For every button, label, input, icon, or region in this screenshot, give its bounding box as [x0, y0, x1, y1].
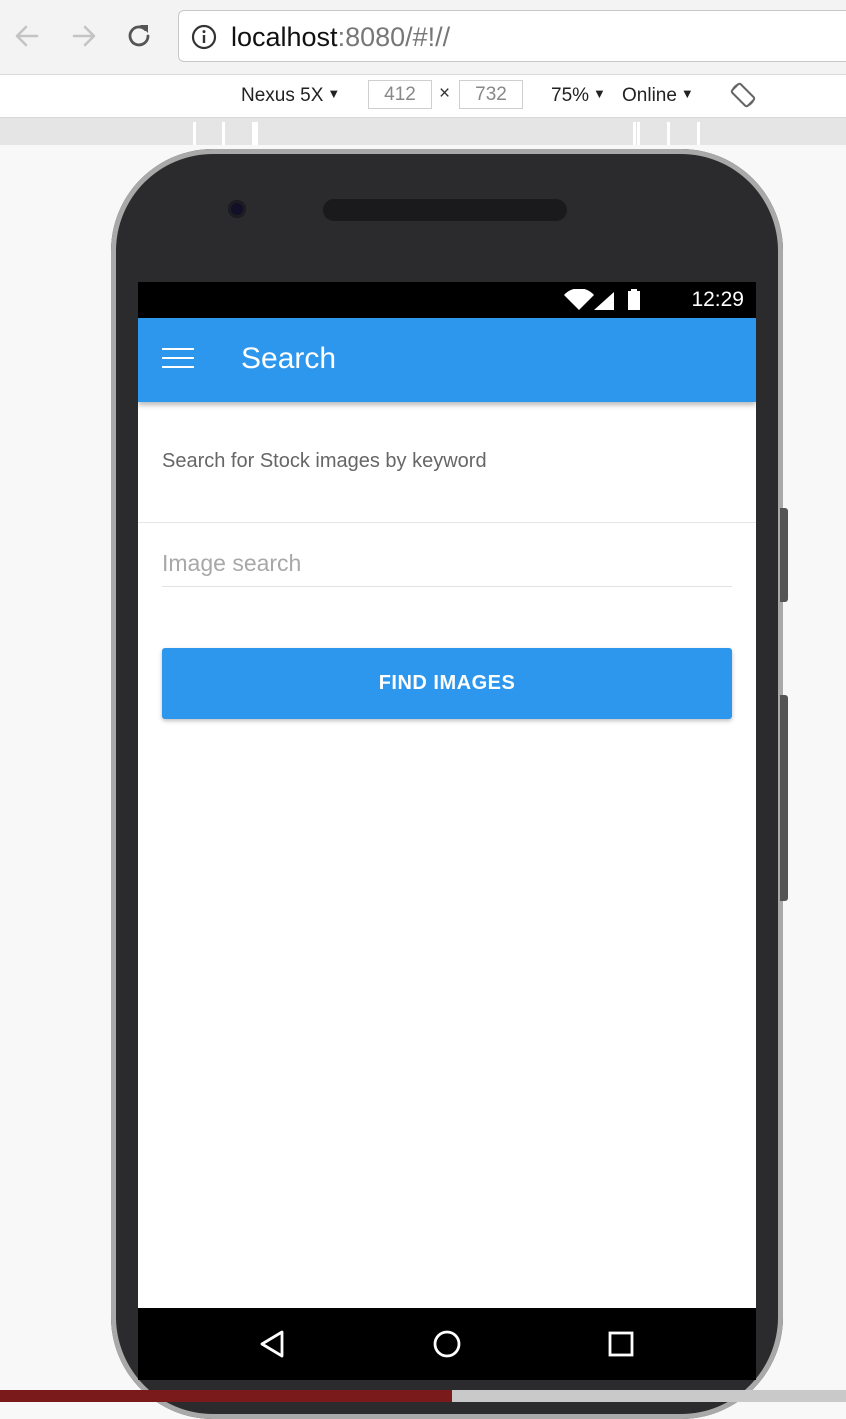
divider	[138, 522, 756, 523]
dimension-separator: ×	[439, 83, 451, 104]
power-button	[780, 508, 788, 602]
battery-icon	[628, 291, 640, 310]
network-select[interactable]: Online ▼	[622, 85, 694, 107]
ruler-segment	[193, 122, 196, 145]
back-triangle-icon[interactable]	[256, 1327, 290, 1361]
ruler-segment	[633, 122, 636, 145]
back-button[interactable]	[10, 19, 44, 53]
reload-button[interactable]	[122, 19, 156, 53]
device-label: Nexus 5X	[241, 85, 324, 106]
status-clock: 12:29	[691, 288, 744, 311]
device-toolbar: Nexus 5X ▼ 412 × 732 75% ▼ Online ▼	[0, 75, 846, 118]
arrow-right-icon	[72, 25, 96, 47]
info-icon[interactable]	[191, 24, 217, 50]
network-label: Online	[622, 85, 677, 106]
dropdown-caret-icon: ▼	[593, 86, 606, 101]
zoom-label: 75%	[551, 85, 590, 106]
status-icons	[564, 289, 640, 310]
reload-icon	[128, 25, 150, 47]
front-camera	[228, 200, 246, 218]
wifi-icon	[564, 289, 594, 310]
volume-button	[780, 695, 788, 901]
browser-toolbar: localhost:8080/#!//	[0, 0, 846, 75]
height-input[interactable]: 732	[459, 80, 523, 109]
dropdown-caret-icon: ▼	[680, 86, 694, 101]
url-path: :8080/#!//	[337, 22, 451, 52]
hamburger-menu-icon[interactable]	[162, 348, 194, 372]
app-bar: Search	[138, 318, 756, 402]
address-bar[interactable]: localhost:8080/#!//	[178, 10, 846, 62]
ruler-segment	[255, 122, 258, 145]
ruler-segment	[667, 122, 670, 145]
home-circle-icon[interactable]	[430, 1327, 464, 1361]
image-search-input[interactable]	[162, 540, 732, 587]
earpiece-speaker	[323, 199, 567, 221]
find-images-button[interactable]: FIND IMAGES	[162, 648, 732, 719]
status-bar: 12:29	[138, 282, 756, 318]
signal-icon	[594, 292, 614, 310]
ruler-segment	[697, 122, 700, 145]
arrow-left-icon	[15, 25, 39, 47]
search-description: Search for Stock images by keyword	[162, 450, 487, 472]
url-host: localhost	[231, 22, 338, 52]
rotate-icon[interactable]	[729, 81, 757, 109]
zoom-select[interactable]: 75% ▼	[551, 85, 606, 107]
ruler-segment	[222, 122, 225, 145]
taskbar-strip	[0, 1390, 846, 1402]
forward-button[interactable]	[67, 19, 101, 53]
device-select[interactable]: Nexus 5X ▼	[241, 85, 340, 107]
ruler-segment	[637, 122, 640, 145]
android-nav-bar	[138, 1308, 756, 1380]
url-text: localhost:8080/#!//	[231, 22, 450, 53]
media-query-ruler	[0, 118, 846, 145]
recent-apps-icon[interactable]	[604, 1327, 638, 1361]
dropdown-caret-icon: ▼	[327, 86, 341, 101]
device-screen: 12:29 Search Search for Stock images by …	[138, 282, 756, 1380]
width-input[interactable]: 412	[368, 80, 432, 109]
page-title: Search	[241, 342, 337, 375]
